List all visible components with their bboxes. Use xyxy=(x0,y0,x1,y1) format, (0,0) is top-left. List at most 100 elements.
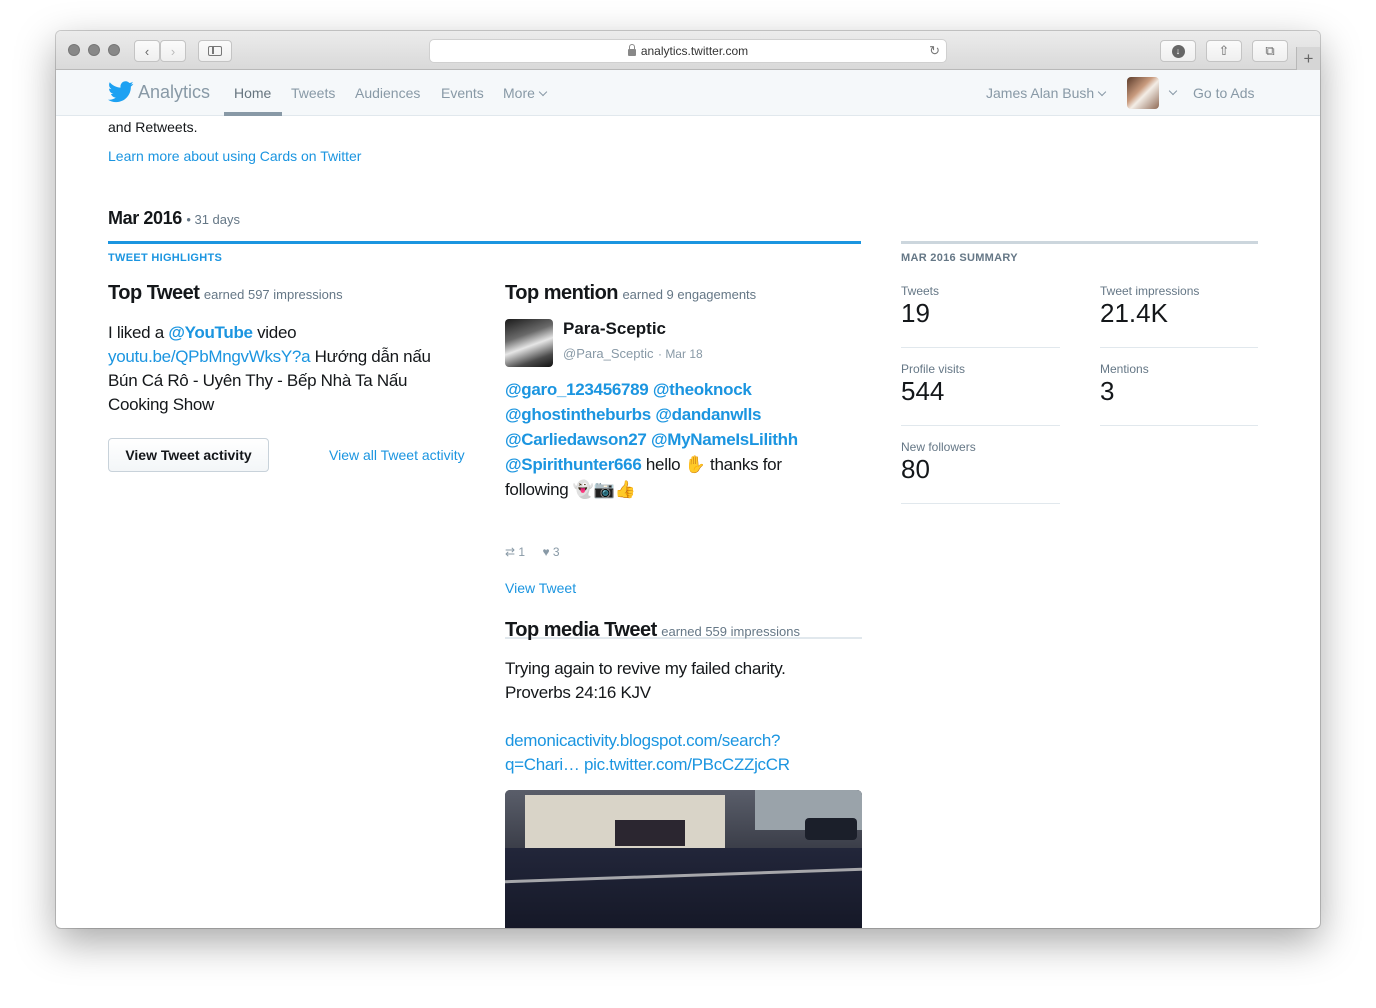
mention-link-4[interactable]: @dandanwlls xyxy=(655,405,761,424)
heart-icon: ♥ xyxy=(542,545,550,559)
summary-heading: MAR 2016 SUMMARY xyxy=(901,252,1018,264)
plus-icon: + xyxy=(1303,49,1314,68)
nav-tweets[interactable]: Tweets xyxy=(291,85,335,101)
twitter-bird-icon xyxy=(108,81,134,103)
mention-author-name[interactable]: Para-Sceptic xyxy=(563,319,666,339)
mention-avatar[interactable] xyxy=(505,319,553,367)
top-media-line-2: Proverbs 24:16 KJV xyxy=(505,683,651,702)
stat-tweets: Tweets 19 xyxy=(901,284,939,328)
stat-divider xyxy=(901,425,1060,426)
youtube-url-link[interactable]: youtu.be/QPbMngvWksY?a xyxy=(108,347,311,366)
top-media-sub: earned 559 impressions xyxy=(661,624,800,639)
mention-link-3[interactable]: @ghostintheburbs xyxy=(505,405,651,424)
stat-mentions: Mentions 3 xyxy=(1100,362,1149,406)
avatar[interactable] xyxy=(1127,77,1159,109)
stat-impressions: Tweet impressions 21.4K xyxy=(1100,284,1199,328)
period-header: Mar 2016 • 31 days xyxy=(108,208,240,229)
go-to-ads-link[interactable]: Go to Ads xyxy=(1193,85,1254,101)
top-media-photo[interactable] xyxy=(505,790,862,928)
learn-more-cards-link[interactable]: Learn more about using Cards on Twitter xyxy=(108,148,361,164)
chevron-down-icon xyxy=(1097,87,1107,97)
stat-mentions-label: Mentions xyxy=(1100,362,1149,376)
period-days: • 31 days xyxy=(186,212,241,227)
address-bar[interactable]: analytics.twitter.com ↻ xyxy=(429,39,947,63)
mention-engagement-row: ⇄ 1 ♥ 3 xyxy=(505,545,560,559)
minimize-window-button[interactable] xyxy=(88,44,100,56)
top-media-link-line-2[interactable]: q=Chari… pic.twitter.com/PBcCZZjcCR xyxy=(505,753,845,777)
mention-date: · Mar 18 xyxy=(657,347,703,361)
mention-link-5[interactable]: @Carliedawson27 xyxy=(505,430,647,449)
nav-more[interactable]: More xyxy=(503,85,548,101)
sidebar-icon xyxy=(208,46,222,56)
avatar-chevron-down-icon[interactable] xyxy=(1168,86,1178,96)
user-menu[interactable]: James Alan Bush xyxy=(986,85,1107,101)
new-tab-button[interactable]: + xyxy=(1296,47,1320,71)
stat-divider xyxy=(1100,425,1258,426)
stat-divider xyxy=(901,503,1060,504)
analytics-nav: Analytics Home Tweets Audiences Events M… xyxy=(56,70,1320,116)
stat-mentions-value: 3 xyxy=(1100,376,1115,406)
view-tweet-link[interactable]: View Tweet xyxy=(505,580,576,596)
mention-link-1[interactable]: @garo_123456789 xyxy=(505,380,649,399)
retweet-icon: ⇄ xyxy=(505,545,516,559)
chevron-down-icon xyxy=(538,87,548,97)
mention-link-6[interactable]: @MyNameIsLilithh xyxy=(651,430,798,449)
top-media-title-row: Top media Tweet earned 559 impressions xyxy=(505,619,800,642)
user-name: James Alan Bush xyxy=(986,85,1095,101)
nav-events[interactable]: Events xyxy=(441,85,484,101)
nav-home[interactable]: Home xyxy=(234,85,271,101)
share-icon: ⇧ xyxy=(1218,43,1230,58)
mention-link-7[interactable]: @Spirithunter666 xyxy=(505,455,642,474)
lock-icon xyxy=(627,43,636,56)
downloads-button[interactable]: ↓ xyxy=(1160,40,1196,62)
intro-text: and Retweets. xyxy=(108,119,198,135)
mention-link-2[interactable]: @theoknock xyxy=(653,380,752,399)
close-window-button[interactable] xyxy=(68,44,80,56)
forward-button[interactable]: › xyxy=(160,40,186,62)
stat-new-followers-value: 80 xyxy=(901,454,930,484)
browser-toolbar: ‹ › analytics.twitter.com ↻ ↓ ⇧ ⧉ + xyxy=(56,31,1320,71)
top-mention-sub: earned 9 engagements xyxy=(622,287,757,302)
nav-more-label: More xyxy=(503,85,535,101)
analytics-logo[interactable]: Analytics xyxy=(108,81,210,103)
zoom-window-button[interactable] xyxy=(108,44,120,56)
top-mention-title-row: Top mention earned 9 engagements xyxy=(505,282,756,305)
top-tweet-text: I liked a @YouTube video youtu.be/QPbMng… xyxy=(108,321,458,417)
top-tweet-text-prefix: I liked a xyxy=(108,323,169,342)
stat-divider xyxy=(1100,347,1258,348)
download-icon: ↓ xyxy=(1171,44,1185,58)
tabs-icon: ⧉ xyxy=(1265,43,1275,58)
highlights-rule xyxy=(108,241,861,244)
top-media-link-line-1[interactable]: demonicactivity.blogspot.com/search? xyxy=(505,729,845,753)
top-media-line-1: Trying again to revive my failed charity… xyxy=(505,659,786,678)
tweet-highlights-heading: TWEET HIGHLIGHTS xyxy=(108,252,223,264)
sidebar-button[interactable] xyxy=(198,40,232,62)
top-tweet-text-mid: video xyxy=(252,323,297,342)
back-button[interactable]: ‹ xyxy=(134,40,160,62)
stat-profile-visits-value: 544 xyxy=(901,376,945,406)
summary-rule xyxy=(901,241,1258,244)
page-content: and Retweets. Learn more about using Car… xyxy=(56,117,1320,928)
browser-window: ‹ › analytics.twitter.com ↻ ↓ ⇧ ⧉ + Anal… xyxy=(56,31,1320,928)
stat-new-followers: New followers 80 xyxy=(901,440,976,484)
reload-icon[interactable]: ↻ xyxy=(929,43,940,59)
stat-profile-visits-label: Profile visits xyxy=(901,362,966,376)
stat-tweets-value: 19 xyxy=(901,298,930,328)
mention-handle[interactable]: @Para_Sceptic xyxy=(563,346,654,361)
tabs-overview-button[interactable]: ⧉ xyxy=(1252,40,1288,62)
period-month: Mar 2016 xyxy=(108,208,182,228)
mention-author-meta: @Para_Sceptic · Mar 18 xyxy=(563,345,703,363)
top-mention-title: Top mention xyxy=(505,282,619,304)
view-all-tweet-activity-link[interactable]: View all Tweet activity xyxy=(329,447,465,463)
active-tab-indicator xyxy=(224,112,282,116)
top-media-title: Top media Tweet xyxy=(505,619,657,641)
view-tweet-activity-button[interactable]: View Tweet activity xyxy=(108,438,269,472)
nav-audiences[interactable]: Audiences xyxy=(355,85,420,101)
share-button[interactable]: ⇧ xyxy=(1206,40,1242,62)
top-tweet-sub: earned 597 impressions xyxy=(203,287,343,302)
stat-divider xyxy=(901,347,1060,348)
stat-profile-visits: Profile visits 544 xyxy=(901,362,965,406)
retweet-count: 1 xyxy=(518,545,526,559)
youtube-mention-link[interactable]: @YouTube xyxy=(168,323,253,342)
url-text: analytics.twitter.com xyxy=(640,44,749,58)
